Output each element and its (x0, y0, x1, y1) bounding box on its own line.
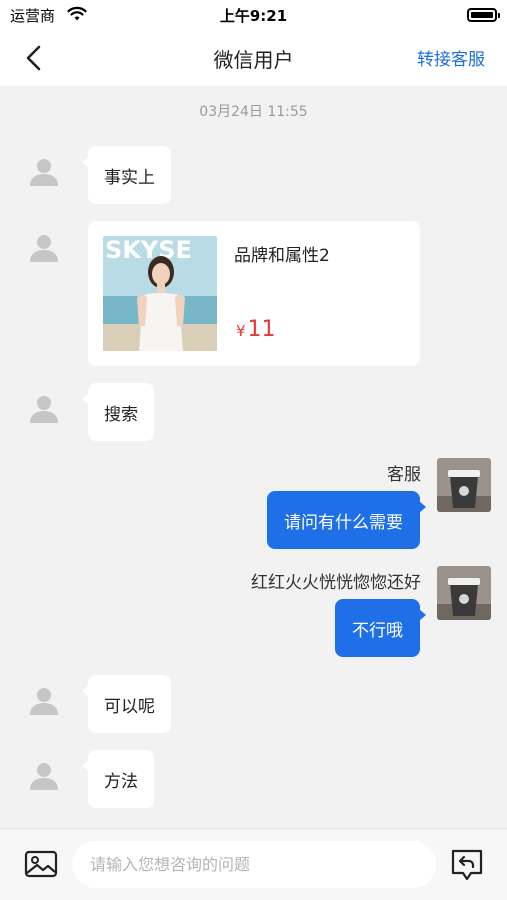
message-bubble[interactable]: 方法 (82, 750, 154, 808)
price-value: 11 (247, 317, 276, 342)
message-text: 请问有什么需要 (284, 512, 403, 533)
svg-text:SKYSE: SKYSE (105, 236, 192, 264)
message-text: 事实上 (104, 167, 155, 188)
nav-bar: 微信用户 转接客服 (0, 30, 507, 86)
currency-symbol: ¥ (236, 322, 246, 340)
message-text: 方法 (104, 771, 138, 792)
message-bubble[interactable]: 搜索 (82, 383, 154, 441)
sender-name: 客服 (387, 465, 421, 485)
message-bubble-self[interactable]: 请问有什么需要 (267, 491, 426, 549)
default-avatar-icon[interactable] (28, 156, 60, 188)
transfer-service-button[interactable]: 转接客服 (417, 45, 485, 70)
product-price: ¥11 (236, 317, 276, 342)
reply-icon[interactable] (449, 847, 485, 883)
status-time: 上午9:21 (219, 7, 288, 25)
message-bubble[interactable]: 可以呢 (82, 675, 171, 733)
avatar[interactable] (437, 566, 491, 620)
default-avatar-icon[interactable] (28, 760, 60, 792)
image-icon[interactable] (24, 849, 58, 879)
default-avatar-icon[interactable] (28, 393, 60, 425)
default-avatar-icon[interactable] (28, 685, 60, 717)
battery-icon (467, 8, 500, 22)
product-image: SKYSE (103, 236, 217, 351)
message-input[interactable] (72, 841, 436, 888)
avatar[interactable] (437, 458, 491, 512)
message-text: 搜索 (104, 404, 138, 425)
product-card[interactable]: SKYSE 品牌和属性2 ¥11 (88, 221, 420, 366)
input-bar (0, 828, 507, 900)
default-avatar-icon[interactable] (28, 232, 60, 264)
product-name: 品牌和属性2 (234, 246, 330, 266)
message-timestamp: 03月24日 11:55 (199, 104, 308, 120)
status-bar: 运营商 上午9:21 (0, 0, 507, 30)
sender-name: 红红火火恍恍惚惚还好 (251, 573, 421, 593)
message-text: 不行哦 (352, 620, 403, 641)
message-bubble[interactable]: 事实上 (82, 146, 171, 204)
message-text: 可以呢 (104, 696, 155, 717)
message-bubble-self[interactable]: 不行哦 (335, 599, 426, 657)
